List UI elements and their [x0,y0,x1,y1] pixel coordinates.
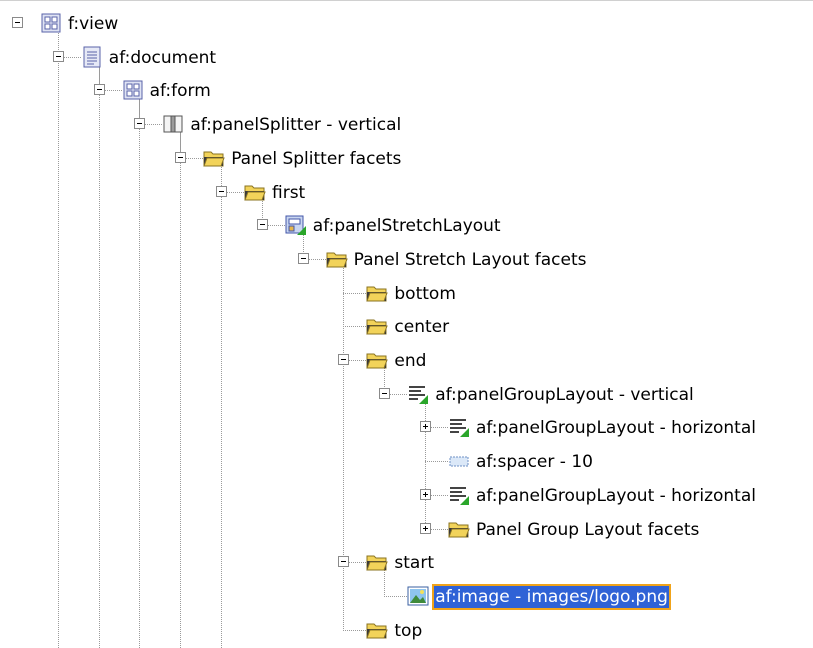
tree-connector-stub [308,258,326,260]
tree-connector-stub [431,528,448,530]
tree-node-label[interactable]: af:panelStretchLayout [311,211,503,241]
tree-node-label[interactable]: Panel Group Layout facets [474,515,701,545]
form-grid-icon [122,79,144,101]
expand-toggle[interactable] [420,421,431,433]
tree-node[interactable]: top [0,616,813,646]
collapse-toggle[interactable] [297,252,309,264]
folder-icon [203,147,225,169]
document-icon [81,46,103,68]
folder-icon [448,518,470,540]
folder-icon [366,619,389,641]
tree-node-label-selected[interactable]: af:image - images/logo.png [432,583,671,610]
collapse-toggle[interactable] [52,50,64,62]
collapse-toggle[interactable] [12,17,23,28]
tree-connector-stub [63,56,81,58]
tree-node[interactable]: af:panelGroupLayout - horizontal [0,481,813,511]
tree-connector-stub [349,360,367,361]
collapse-toggle[interactable] [93,84,105,96]
tree-node[interactable]: af:image - images/logo.png [0,582,813,612]
folder-icon [244,181,266,203]
panel-group-layout-icon [448,484,470,506]
tree-node-label[interactable]: f:view [66,9,120,39]
tree-connector-stub [145,124,163,126]
tree-node[interactable]: Panel Splitter facets [0,144,813,174]
tree-node-label[interactable]: af:panelGroupLayout - horizontal [474,413,758,443]
panel-stretch-layout-icon [285,214,307,236]
tree-node-label[interactable]: Panel Stretch Layout facets [352,245,589,275]
folder-icon [366,551,389,573]
folder-icon [366,315,389,337]
tree-node-label[interactable]: af:form [148,76,213,106]
tree-connector-stub [425,461,448,463]
tree-connector-stub [431,494,448,496]
spacer-icon [448,450,470,472]
tree-node[interactable]: af:form [0,76,813,106]
structure-tree: f:view af:document af:form af:panelSplitter… [0,0,813,648]
tree-node-label[interactable]: Panel Splitter facets [229,144,403,174]
expand-toggle[interactable] [420,522,431,534]
tree-node[interactable]: f:view [0,9,813,39]
expand-toggle[interactable] [420,488,431,500]
tree-node[interactable]: Panel Group Layout facets [0,515,813,545]
tree-node[interactable]: af:document [0,43,813,73]
folder-icon [366,349,389,371]
panel-splitter-icon [162,113,184,135]
tree-connector-stub [267,225,285,227]
tree-node[interactable]: first [0,178,813,208]
tree-connector-stub [343,326,367,328]
tree-connector-stub [431,427,448,429]
collapse-toggle[interactable] [338,556,350,568]
panel-group-layout-icon [448,416,470,438]
tree-node-label[interactable]: af:document [107,43,218,73]
image-icon [407,585,429,607]
tree-node-label[interactable]: af:panelGroupLayout - horizontal [474,481,758,511]
tree-connector-stub [343,292,367,294]
tree-connector-stub [349,562,367,564]
tree-node[interactable]: end [0,346,813,376]
tree-node[interactable]: af:panelSplitter - vertical [0,110,813,140]
tree-node-label[interactable]: first [270,178,307,208]
tree-connector-stub [384,595,408,597]
tree-node-label[interactable]: center [392,312,451,342]
tree-node-label[interactable]: af:panelGroupLayout - vertical [433,380,696,410]
tree-node-label[interactable]: af:spacer - 10 [474,447,595,477]
tree-node-label[interactable]: bottom [392,279,457,309]
view-grid-icon [40,12,62,34]
folder-icon [325,248,348,270]
tree-node[interactable]: af:panelStretchLayout [0,211,813,241]
panel-group-layout-icon [407,383,429,405]
folder-icon [366,282,389,304]
tree-node-label[interactable]: top [392,616,424,646]
collapse-toggle[interactable] [216,185,227,197]
tree-connector-stub [227,191,244,193]
tree-connector-stub [390,393,408,395]
tree-node-label[interactable]: end [392,346,428,376]
tree-node-label[interactable]: start [392,548,436,578]
tree-connector-stub [186,157,204,159]
collapse-toggle[interactable] [338,354,350,365]
tree-node[interactable]: af:spacer - 10 [0,447,813,477]
tree-node-label[interactable]: af:panelSplitter - vertical [188,110,403,140]
tree-node[interactable]: bottom [0,279,813,309]
tree-node[interactable]: Panel Stretch Layout facets [0,245,813,275]
collapse-toggle[interactable] [134,118,146,130]
tree-node[interactable]: start [0,548,813,578]
collapse-toggle[interactable] [379,387,391,399]
tree-node[interactable]: af:panelGroupLayout - horizontal [0,413,813,443]
tree-connector-stub [104,90,122,92]
tree-connector-stub [343,629,367,631]
collapse-toggle[interactable] [175,151,187,163]
tree-top-border [0,0,813,1]
tree-node[interactable]: center [0,312,813,342]
collapse-toggle[interactable] [256,219,268,231]
tree-node[interactable]: af:panelGroupLayout - vertical [0,380,813,410]
